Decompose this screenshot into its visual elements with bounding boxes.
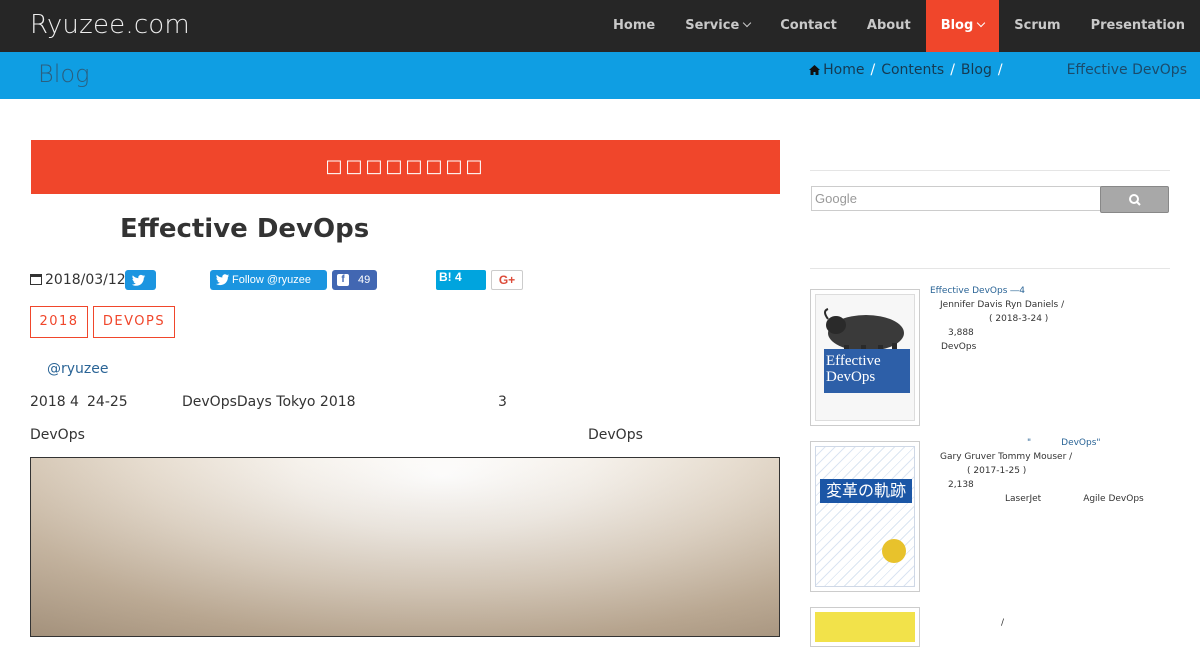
book-cover-effective-devops[interactable]: Effective DevOps — [810, 289, 920, 426]
book-title-link[interactable]: Effective DevOps ―4 — [930, 284, 1064, 298]
nav-blog[interactable]: Blog — [925, 0, 1000, 52]
badge-icon — [882, 539, 906, 563]
nav-presentation[interactable]: Presentation — [1076, 0, 1200, 52]
tag-2018[interactable]: 2018 — [30, 306, 88, 338]
nav-contact[interactable]: Contact — [765, 0, 852, 52]
breadcrumb-separator: / — [950, 62, 955, 78]
calendar-icon — [30, 274, 42, 285]
page-header: Blog Home / Contents / Blog / Effective … — [0, 52, 1200, 99]
nav-service[interactable]: Service — [670, 0, 765, 52]
book-cover-title: Effective DevOps — [824, 349, 910, 393]
facebook-share-button[interactable]: f 49 — [332, 270, 377, 290]
book-cover: Effective DevOps — [815, 294, 915, 421]
hatena-label: B! 4 — [439, 270, 462, 284]
twitter-icon — [216, 274, 229, 286]
breadcrumb-separator: / — [997, 62, 1003, 78]
chevron-down-icon — [743, 18, 752, 28]
follow-label: Follow @ryuzee — [232, 274, 312, 286]
google-plus-button[interactable]: G+ — [491, 270, 523, 290]
book-details-2: " DevOps" Gary Gruver Tommy Mouser / ( 20… — [940, 438, 1144, 504]
breadcrumb-home[interactable]: Home — [809, 62, 864, 78]
search-button[interactable] — [1100, 186, 1169, 213]
book-cover — [815, 612, 915, 642]
twitter-icon — [131, 274, 146, 286]
post-banner: □□□□□□□□ — [31, 140, 780, 194]
nav-home[interactable]: Home — [598, 0, 670, 52]
author-link[interactable]: @ryuzee — [47, 361, 109, 377]
book-details-3: / — [1001, 618, 1005, 628]
breadcrumb-separator: / — [870, 62, 876, 78]
tweet-button[interactable] — [125, 270, 156, 290]
book-cover-3[interactable] — [810, 607, 920, 647]
breadcrumb-blog[interactable]: Blog — [961, 62, 992, 78]
tag-devops[interactable]: DEVOPS — [93, 306, 175, 338]
post-date: 2018/03/12 — [30, 272, 126, 288]
home-icon — [809, 65, 821, 75]
post-hero-image — [30, 457, 780, 637]
facebook-count: 49 — [358, 274, 371, 286]
book-cover-title: 変革の軌跡 — [820, 479, 912, 503]
nav-scrum[interactable]: Scrum — [999, 0, 1075, 52]
book-details-1: Effective DevOps ―4 Jennifer Davis Ryn D… — [930, 284, 1065, 352]
book-cover: 変革の軌跡 — [815, 446, 915, 587]
sidebar-divider — [810, 268, 1170, 269]
nav-about[interactable]: About — [852, 0, 926, 52]
search-input[interactable]: Google — [811, 186, 1101, 211]
top-navbar: Ryuzee.com Home Service Contact About Bl… — [0, 0, 1200, 52]
chevron-down-icon — [977, 18, 986, 28]
breadcrumb-current: Effective DevOps — [1066, 62, 1187, 78]
book-cover-henkaku[interactable]: 変革の軌跡 — [810, 441, 920, 592]
breadcrumb-contents[interactable]: Contents — [881, 62, 944, 78]
search-icon — [1129, 194, 1141, 206]
section-title: Blog — [38, 60, 90, 88]
twitter-follow-button[interactable]: Follow @ryuzee — [210, 270, 327, 290]
sidebar-divider — [810, 170, 1170, 171]
site-brand[interactable]: Ryuzee.com — [30, 10, 190, 40]
breadcrumb: Home / Contents / Blog / Effective DevOp… — [809, 62, 1187, 78]
main-nav: Home Service Contact About Blog Scrum Pr… — [598, 0, 1200, 52]
google-plus-label: G+ — [498, 273, 516, 287]
facebook-icon: f — [337, 274, 349, 286]
post-title: Effective DevOps — [120, 214, 370, 244]
hatena-bookmark-button[interactable]: B! 4 — [436, 270, 486, 290]
